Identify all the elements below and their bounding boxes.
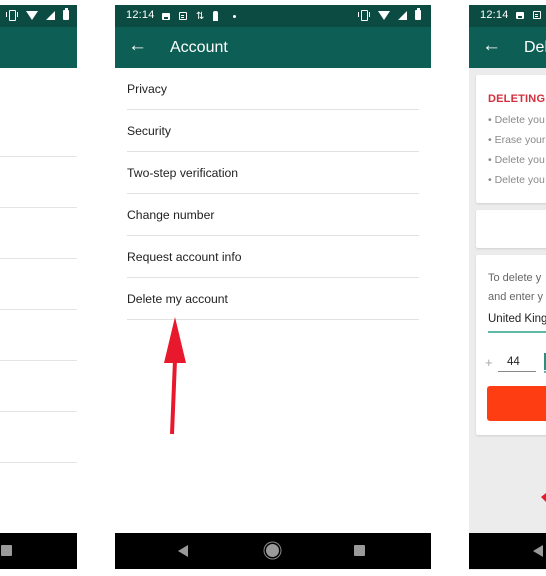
list-item-two-step-verification[interactable]: Two-step verification [115,152,431,194]
list-item-privacy[interactable]: Privacy [115,68,431,110]
phone-screen-delete-account: 12:14 ← Del DELETING • Delete you • Eras… [469,5,546,570]
page-title: Del [524,39,546,56]
status-bar: 12:14 [469,5,546,27]
warning-bullet: • Delete you [488,154,545,166]
nav-recents-icon[interactable] [354,545,365,556]
phone-number-cursor [544,353,546,370]
message-icon [179,12,187,20]
phone-screen-account: 12:14 ⇅ ← Account Privacy Security Two-s… [115,5,431,570]
list-item-label: Request account info [127,250,242,264]
list-divider [0,309,77,310]
key-icon [213,11,218,21]
battery-icon [63,8,69,20]
list-divider [0,411,77,412]
sync-icon: ⇅ [196,10,205,22]
warning-bullet: • Delete you [488,174,545,186]
phone-screen-left [0,5,77,570]
wifi-icon [378,10,390,20]
delete-form-card: To delete y and enter y United King + 44 [476,255,546,435]
list-item-label: Privacy [127,82,167,96]
signal-icon [46,10,55,20]
status-bar [0,5,77,27]
list-divider [0,207,77,208]
list-divider [0,360,77,361]
country-code-input[interactable]: 44 [507,356,520,368]
nav-bar [469,533,546,569]
warning-bullet: • Delete you [488,114,545,126]
instruction-text: To delete y [488,272,542,284]
list-item-change-number[interactable]: Change number [115,194,431,236]
list-divider [0,156,77,157]
country-select-underline [488,331,546,333]
status-bar: 12:14 ⇅ [115,5,431,27]
plus-sign: + [485,355,493,370]
nav-home-icon[interactable] [266,544,279,557]
warning-card: DELETING • Delete you • Erase your • Del… [476,75,546,203]
delete-my-account-button[interactable] [487,386,546,421]
page-title: Account [170,39,228,56]
arrow-head [164,317,186,363]
signal-icon [398,10,407,20]
list-item-delete-my-account[interactable]: Delete my account [115,278,431,320]
list-divider [127,319,419,320]
status-time: 12:14 [480,9,509,21]
back-arrow-icon[interactable]: ← [128,36,147,55]
country-code-underline [498,371,536,372]
instruction-text: and enter y [488,291,544,303]
status-time: 12:14 [126,9,155,21]
change-number-card[interactable]: W [476,210,546,248]
list-item-label: Security [127,124,172,138]
list-divider [0,462,77,463]
list-item-label: Two-step verification [127,166,239,180]
nav-bar [0,533,77,569]
message-icon [533,11,541,19]
back-arrow-icon[interactable]: ← [482,36,501,55]
battery-icon [415,8,421,20]
vibrate-icon [358,10,370,21]
wifi-icon [26,10,38,20]
nav-bar [115,533,431,569]
toolbar: ← Account [115,27,431,68]
list-item-request-account-info[interactable]: Request account info [115,236,431,278]
country-select[interactable]: United King [488,313,546,325]
list-item-security[interactable]: Security [115,110,431,152]
nav-back-icon[interactable] [178,545,188,557]
image-icon [162,12,170,20]
list-divider [0,258,77,259]
account-settings-list: Privacy Security Two-step verification C… [115,68,431,320]
arrow-head [541,493,546,502]
list-item-label: Delete my account [127,292,228,306]
recents-button[interactable] [1,545,12,556]
warning-bullet: • Erase your [488,134,546,146]
arrow-shaft [170,359,177,435]
nav-back-icon[interactable] [533,545,543,557]
dot-icon [233,14,236,18]
toolbar [0,27,77,68]
warning-heading: DELETING [488,93,546,105]
image-icon [516,11,524,19]
toolbar: ← Del [469,27,546,68]
vibrate-icon [6,10,18,21]
list-item-label: Change number [127,208,215,222]
